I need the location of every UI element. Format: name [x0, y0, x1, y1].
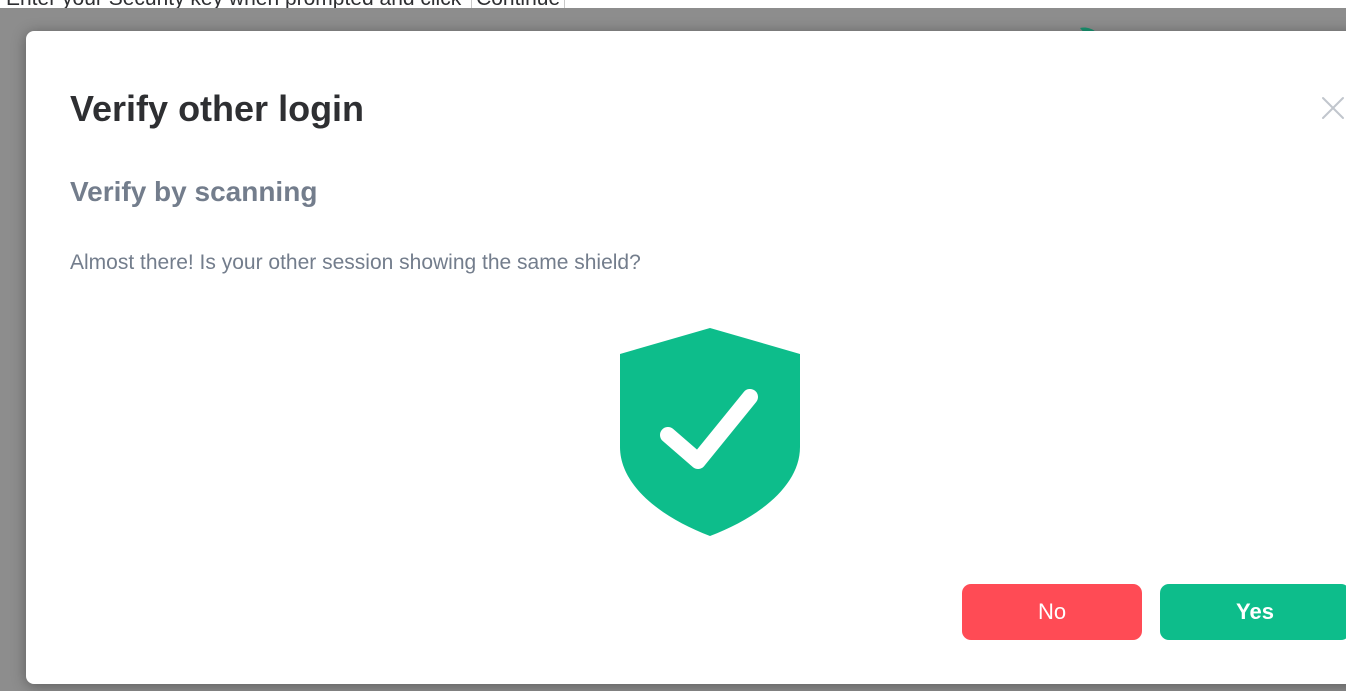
yes-button[interactable]: Yes	[1160, 584, 1346, 640]
shield-check-icon	[620, 328, 800, 536]
no-button[interactable]: No	[962, 584, 1142, 640]
section-heading: Verify by scanning	[70, 176, 318, 207]
top-instruction-text: Enter your Security key when prompted an…	[6, 0, 461, 8]
top-instruction-strip: Enter your Security key when prompted an…	[0, 0, 1346, 8]
verification-description: Almost there! Is your other session show…	[70, 251, 641, 274]
top-instruction: Enter your Security key when prompted an…	[6, 0, 566, 8]
dialog-title: Verify other login	[70, 88, 365, 129]
close-icon	[1322, 97, 1344, 119]
verify-dialog: Verify other login Verify by scanning Al…	[26, 31, 1346, 684]
top-instruction-key: Continue	[471, 0, 566, 8]
close-button[interactable]	[1316, 91, 1346, 125]
